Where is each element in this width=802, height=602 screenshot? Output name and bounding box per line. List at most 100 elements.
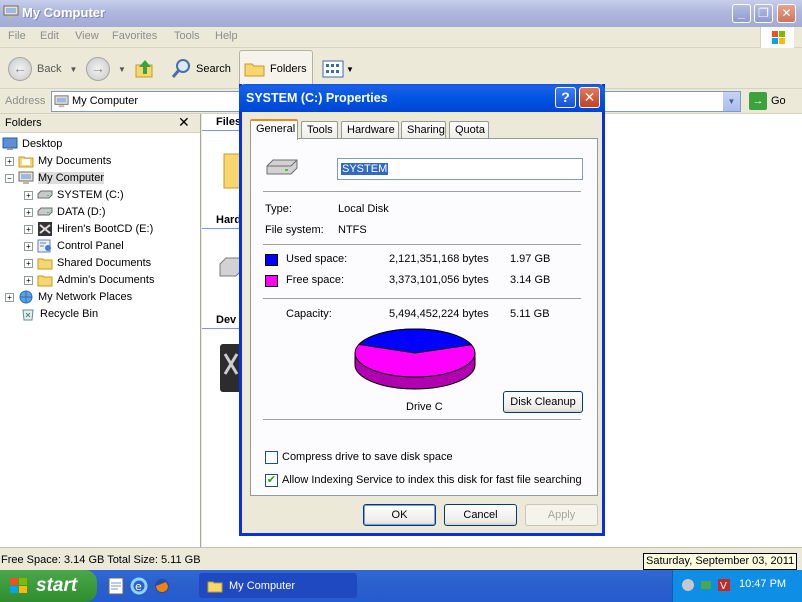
expand-icon[interactable]: +	[24, 207, 33, 217]
antivirus-icon[interactable]: V	[717, 578, 731, 592]
tree-item-shared-documents[interactable]: + Shared Documents	[24, 255, 151, 271]
folder-icon	[37, 258, 53, 270]
tree-item-desktop[interactable]: Desktop	[2, 136, 62, 152]
up-button[interactable]	[134, 54, 156, 84]
go-button[interactable]: → Go	[749, 92, 786, 110]
tree-item-my-documents[interactable]: + My Documents	[5, 153, 111, 169]
used-space-bytes: 2,121,351,168 bytes	[389, 253, 489, 265]
menu-help[interactable]: Help	[215, 30, 238, 42]
dialog-titlebar[interactable]: SYSTEM (C:) Properties ? ✕	[239, 84, 605, 112]
tree-item-admins-documents[interactable]: + Admin's Documents	[24, 272, 154, 288]
system-tray: V 10:47 PM	[672, 570, 802, 602]
taskbar-item-my-computer[interactable]: My Computer	[199, 573, 357, 598]
apply-button[interactable]: Apply	[525, 504, 598, 526]
menu-file[interactable]: File	[8, 30, 26, 42]
windows-logo-icon	[10, 578, 27, 593]
internet-explorer-icon[interactable]: e	[130, 577, 148, 595]
indexing-checkbox[interactable]: ✔	[265, 474, 278, 487]
close-pane-icon[interactable]: ✕	[178, 114, 190, 131]
menu-bar: File Edit View Favorites Tools Help	[0, 27, 802, 48]
expand-icon[interactable]: +	[24, 275, 33, 285]
expand-icon[interactable]: +	[24, 258, 33, 268]
drive-name-value: SYSTEM	[341, 163, 389, 175]
compress-label[interactable]: Compress drive to save disk space	[282, 451, 453, 463]
folder-icon	[18, 156, 34, 168]
group-header-files: Files	[216, 116, 242, 128]
drive-name-input[interactable]: SYSTEM	[337, 158, 583, 180]
tab-hardware[interactable]: Hardware	[341, 121, 399, 139]
network-tray-icon[interactable]	[699, 578, 713, 592]
computer-icon	[18, 171, 34, 184]
forward-button[interactable]: → ▼	[86, 54, 126, 84]
menu-tools[interactable]: Tools	[174, 30, 200, 42]
group-divider	[202, 328, 242, 329]
expand-icon[interactable]: +	[5, 156, 14, 166]
drive-icon	[37, 207, 53, 216]
expand-icon[interactable]: +	[5, 292, 14, 302]
back-button[interactable]: ← Back ▼	[8, 54, 77, 84]
maximize-button[interactable]: ❐	[754, 4, 773, 23]
free-space-bytes: 3,373,101,056 bytes	[389, 274, 489, 286]
menu-view[interactable]: View	[75, 30, 99, 42]
tree-item-recycle-bin[interactable]: Recycle Bin	[20, 306, 98, 322]
back-arrow-icon: ←	[8, 57, 32, 81]
free-space-swatch	[265, 275, 278, 287]
properties-dialog: SYSTEM (C:) Properties ? ✕ General Tools…	[239, 84, 605, 536]
cancel-button[interactable]: Cancel	[444, 504, 517, 526]
tree-item-label: Shared Documents	[57, 257, 152, 269]
menu-favorites[interactable]: Favorites	[112, 30, 157, 42]
ok-button[interactable]: OK	[363, 504, 436, 526]
dialog-close-button[interactable]: ✕	[579, 87, 600, 108]
tree-item-label: My Computer	[38, 172, 105, 184]
tree-item-label: Recycle Bin	[40, 308, 99, 320]
menu-edit[interactable]: Edit	[40, 30, 59, 42]
tree-item-label: Control Panel	[57, 240, 124, 252]
views-button[interactable]: ▼	[322, 54, 354, 84]
disk-usage-pie-chart	[354, 328, 476, 390]
speaker-icon[interactable]	[681, 578, 695, 592]
dialog-title: SYSTEM (C:) Properties	[246, 91, 388, 105]
svg-text:V: V	[720, 581, 727, 592]
indexing-label[interactable]: Allow Indexing Service to index this dis…	[282, 474, 582, 486]
tab-tools[interactable]: Tools	[301, 121, 338, 139]
tab-sharing[interactable]: Sharing	[401, 121, 446, 139]
back-label: Back	[37, 63, 62, 75]
group-header-devices: Dev	[216, 314, 237, 326]
tree-item-control-panel[interactable]: + Control Panel	[24, 238, 124, 254]
start-label: start	[36, 575, 78, 596]
address-dropdown-icon[interactable]: ▼	[723, 92, 740, 111]
tree-item-my-network-places[interactable]: + My Network Places	[5, 289, 132, 305]
disk-cleanup-button[interactable]: Disk Cleanup	[503, 391, 583, 413]
compress-checkbox[interactable]	[265, 451, 278, 464]
status-text: Free Space: 3.14 GB Total Size: 5.11 GB	[1, 554, 201, 566]
tree-item-system-c[interactable]: + SYSTEM (C:)	[24, 187, 124, 203]
address-label: Address	[5, 95, 46, 107]
expand-icon[interactable]: +	[24, 224, 33, 234]
tab-general[interactable]: General	[250, 119, 298, 140]
tree-item-label: DATA (D:)	[57, 206, 106, 218]
tree-item-label: My Network Places	[38, 291, 133, 303]
divider	[263, 298, 581, 299]
notepad-icon[interactable]	[107, 577, 125, 595]
tree-item-hirens-bootcd[interactable]: + Hiren's BootCD (E:)	[24, 221, 153, 237]
tree-item-my-computer[interactable]: − My Computer	[5, 170, 105, 186]
start-button[interactable]: start	[0, 570, 97, 602]
taskbar-item-label: My Computer	[229, 579, 296, 592]
folders-button[interactable]: Folders	[239, 50, 313, 86]
help-button[interactable]: ?	[555, 87, 576, 108]
firefox-icon[interactable]	[153, 577, 171, 595]
expand-icon[interactable]: +	[24, 241, 33, 251]
search-button[interactable]: Search	[170, 54, 231, 84]
minimize-button[interactable]: _	[732, 4, 751, 23]
collapse-icon[interactable]: −	[5, 173, 14, 183]
free-space-gb: 3.14 GB	[510, 274, 551, 286]
window-titlebar[interactable]: My Computer _ ❐ ✕	[0, 0, 802, 27]
close-button[interactable]: ✕	[777, 4, 796, 23]
general-tab-panel: SYSTEM Type: Local Disk File system: NTF…	[250, 138, 598, 496]
clock[interactable]: 10:47 PM	[739, 578, 786, 590]
divider	[263, 244, 581, 245]
tab-quota[interactable]: Quota	[449, 121, 489, 139]
control-panel-icon	[37, 239, 51, 253]
expand-icon[interactable]: +	[24, 190, 33, 200]
tree-item-data-d[interactable]: + DATA (D:)	[24, 204, 105, 220]
